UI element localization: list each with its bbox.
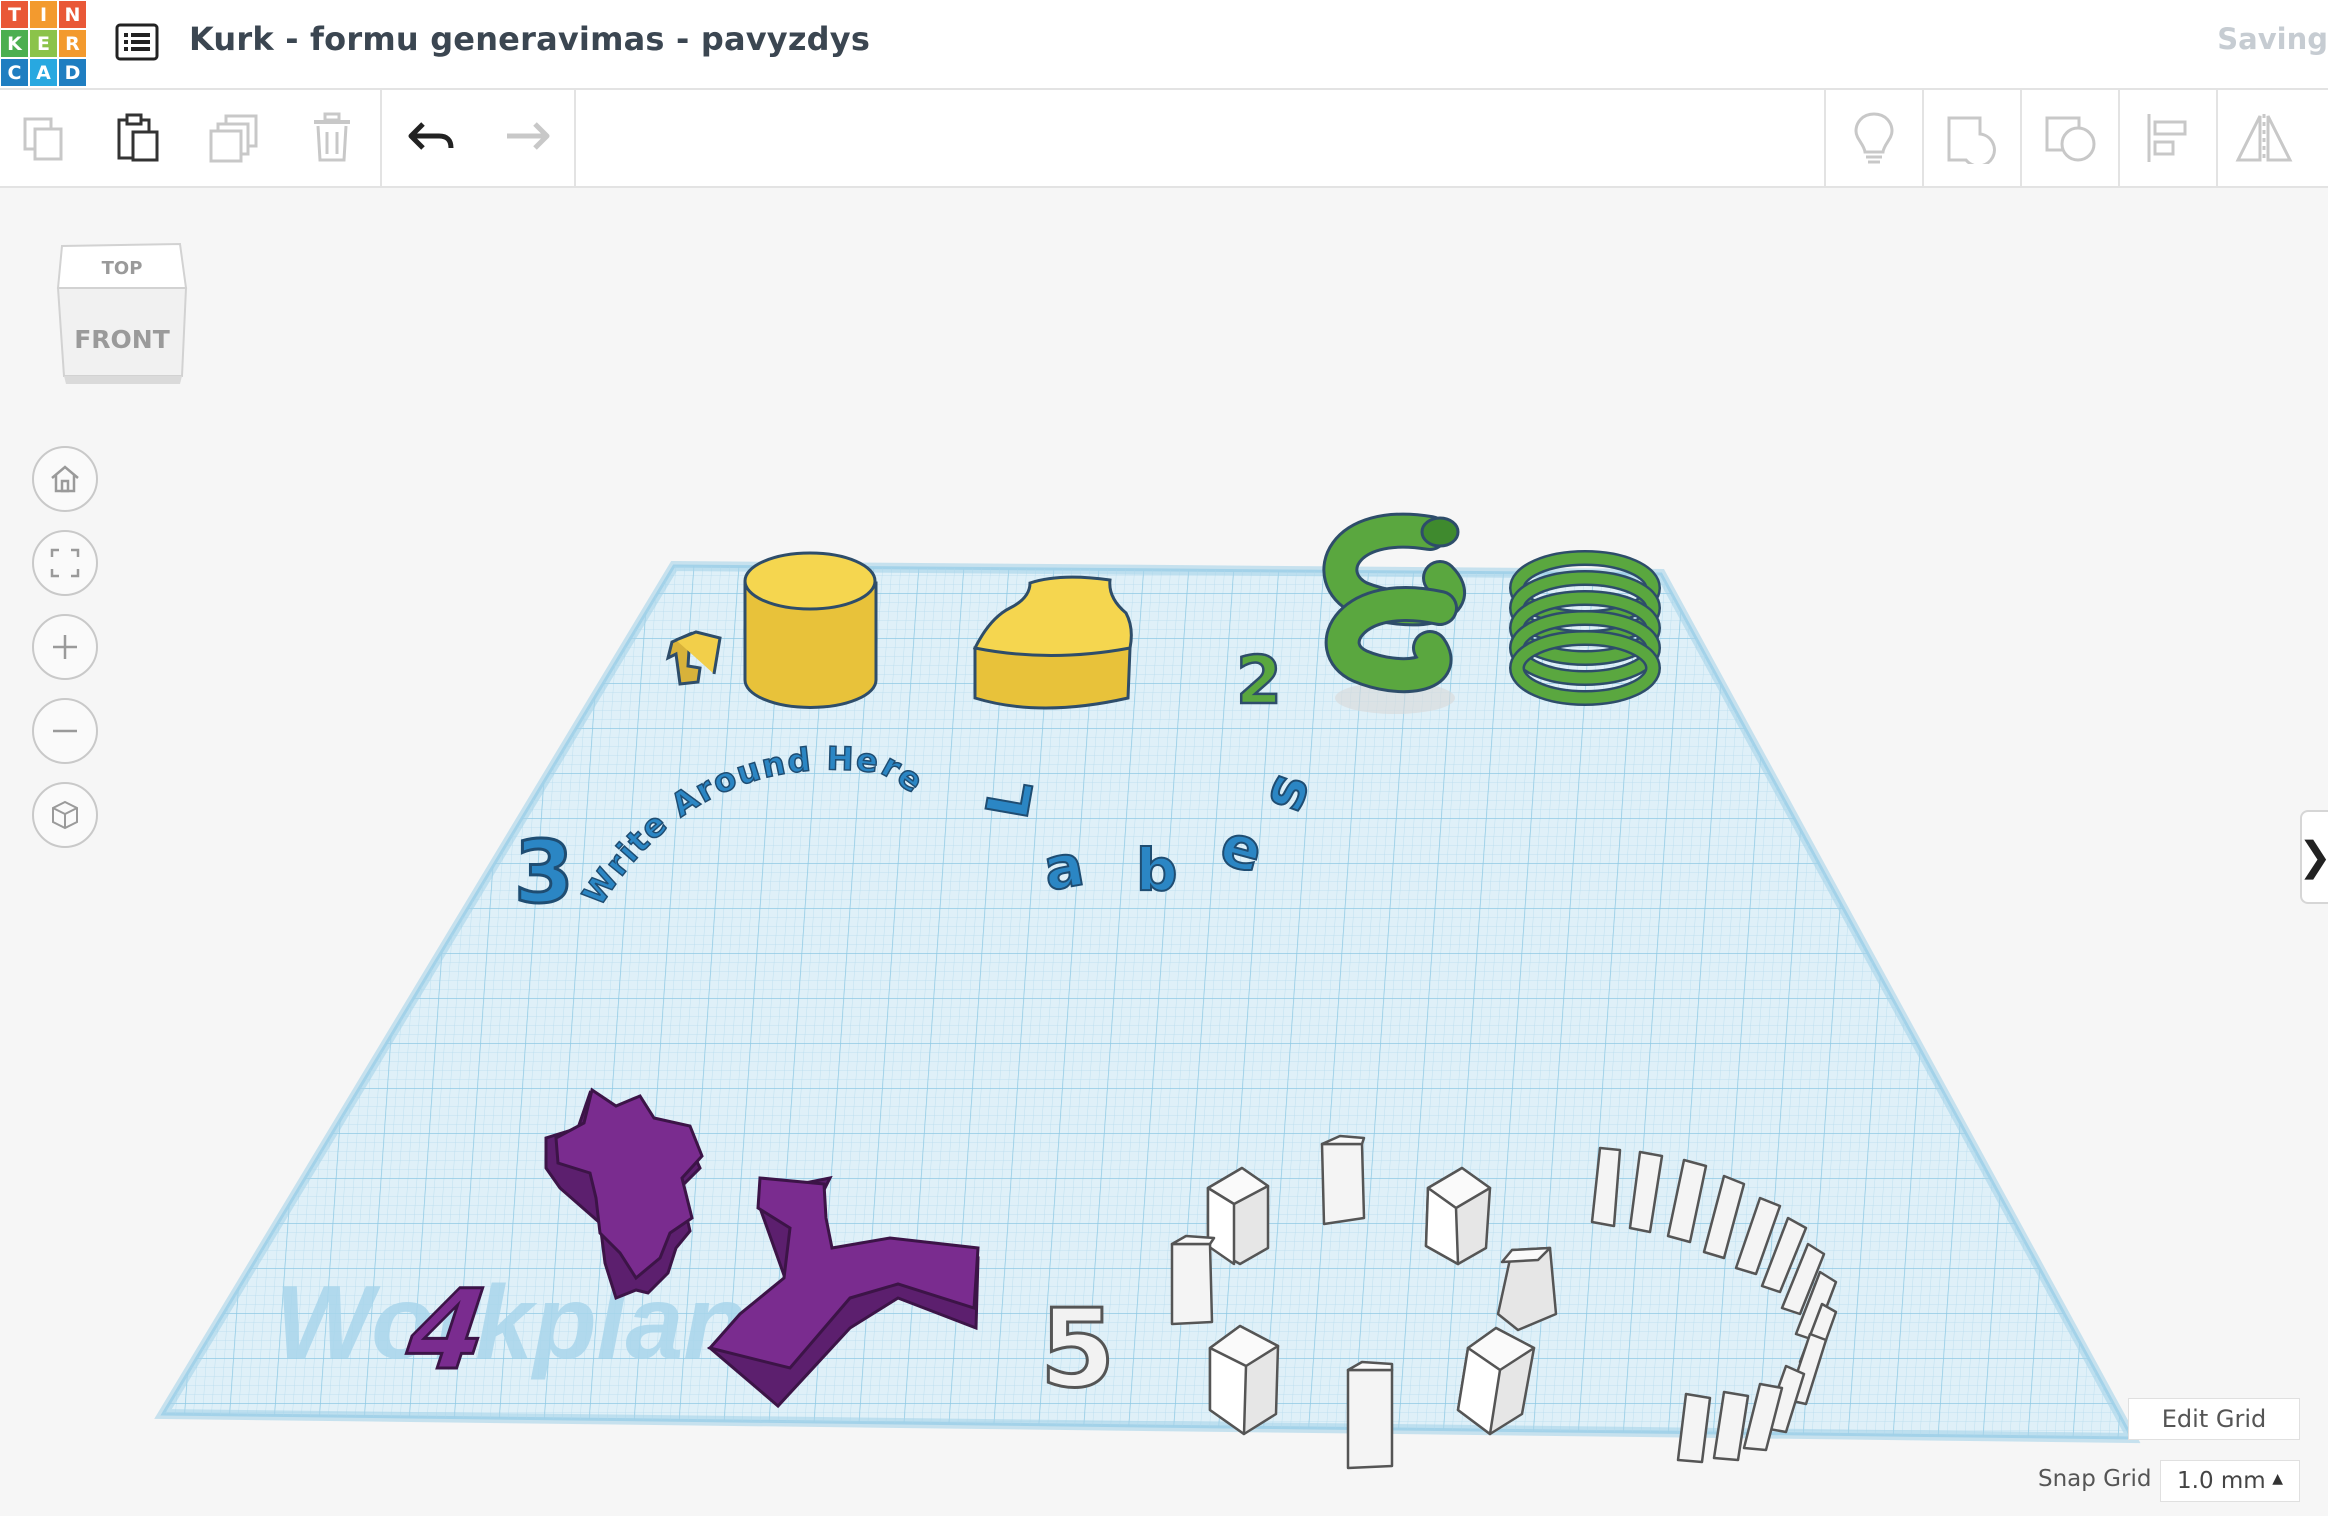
workplane-watermark: Workplane [275, 1265, 805, 1381]
fit-all-icon [50, 548, 80, 578]
group-icon [1947, 116, 1996, 164]
logo-letter: K [0, 29, 29, 58]
copy-button[interactable] [8, 102, 80, 174]
toolbar-separator [574, 90, 576, 186]
logo-letter: C [0, 58, 29, 87]
zoom-out-icon [53, 729, 77, 733]
zoom-out-button[interactable] [32, 698, 98, 764]
duplicate-button[interactable] [200, 102, 272, 174]
3d-viewport[interactable]: Workplane 2 3 Write Around Here L a b e … [0, 188, 2328, 1516]
caret-up-icon: ▲ [2272, 1471, 2283, 1487]
home-icon [51, 465, 79, 493]
mirror-icon [2235, 114, 2293, 162]
logo-letter: I [29, 0, 58, 29]
duplicate-icon [209, 114, 258, 163]
yellow-cylinder-shape[interactable] [743, 551, 878, 709]
design-menu-button[interactable] [112, 20, 162, 64]
perspective-toggle-button[interactable] [32, 782, 98, 848]
snap-grid-select[interactable]: 1.0 mm ▲ [2160, 1460, 2300, 1502]
paste-icon [117, 113, 159, 162]
logo-letter: T [0, 0, 29, 29]
align-icon [2147, 114, 2187, 162]
toolbar-separator [380, 90, 382, 186]
zoom-in-button[interactable] [32, 614, 98, 680]
undo-icon [408, 122, 454, 150]
toolbar-separator [1824, 90, 1826, 186]
svg-text:5: 5 [1040, 1287, 1115, 1412]
top-header: TINKERCAD Kurk - formu generavimas - pav… [0, 0, 2328, 90]
svg-text:b: b [1136, 836, 1178, 904]
number-two-shape[interactable]: 2 [1235, 641, 1283, 721]
copy-icon [23, 117, 63, 161]
workplane-scene[interactable]: Workplane 2 3 Write Around Here L a b e … [0, 188, 2328, 1516]
redo-icon [507, 122, 550, 150]
view-cube[interactable]: TOP FRONT [52, 236, 192, 396]
align-button[interactable] [2132, 102, 2204, 174]
undo-button[interactable] [396, 102, 468, 174]
side-panel-toggle[interactable]: ❯ [2298, 810, 2328, 904]
zoom-in-icon [53, 635, 77, 659]
design-title[interactable]: Kurk - formu generavimas - pavyzdys [189, 20, 870, 58]
view-cube-top-label[interactable]: TOP [102, 258, 143, 279]
list-icon [115, 23, 159, 61]
svg-text:2: 2 [1236, 642, 1282, 719]
snap-grid-label: Snap Grid [2038, 1466, 2152, 1492]
delete-button[interactable] [296, 102, 368, 174]
view-cube-front-label[interactable]: FRONT [74, 325, 170, 354]
mirror-button[interactable] [2228, 102, 2300, 174]
redo-button[interactable] [490, 102, 562, 174]
tinkercad-logo[interactable]: TINKERCAD [0, 0, 87, 87]
perspective-icon [52, 800, 78, 830]
svg-text:3: 3 [514, 823, 574, 923]
toolbar-separator [2118, 90, 2120, 186]
home-view-button[interactable] [32, 446, 98, 512]
snap-grid-value: 1.0 mm [2177, 1468, 2266, 1494]
edit-grid-button[interactable]: Edit Grid [2128, 1398, 2300, 1440]
paste-button[interactable] [102, 102, 174, 174]
group-button[interactable] [1936, 102, 2008, 174]
notes-button[interactable] [1838, 102, 1910, 174]
toolbar-separator [2020, 90, 2022, 186]
logo-letter: R [58, 29, 87, 58]
lightbulb-icon [1854, 112, 1894, 164]
ungroup-icon [2045, 116, 2096, 162]
save-status: Saving [2217, 22, 2328, 56]
logo-letter: N [58, 0, 87, 29]
logo-letter: E [29, 29, 58, 58]
logo-letter: D [58, 58, 87, 87]
number-three-shape[interactable]: 3 [513, 822, 576, 925]
trash-icon [314, 112, 350, 162]
ungroup-button[interactable] [2034, 102, 2106, 174]
edit-toolbar [0, 90, 2328, 188]
toolbar-separator [1922, 90, 1924, 186]
fit-view-button[interactable] [32, 530, 98, 596]
logo-letter: A [29, 58, 58, 87]
toolbar-separator [2216, 90, 2218, 186]
number-five-shape[interactable]: 5 [1039, 1286, 1117, 1414]
chevron-right-icon: ❯ [2298, 834, 2328, 880]
